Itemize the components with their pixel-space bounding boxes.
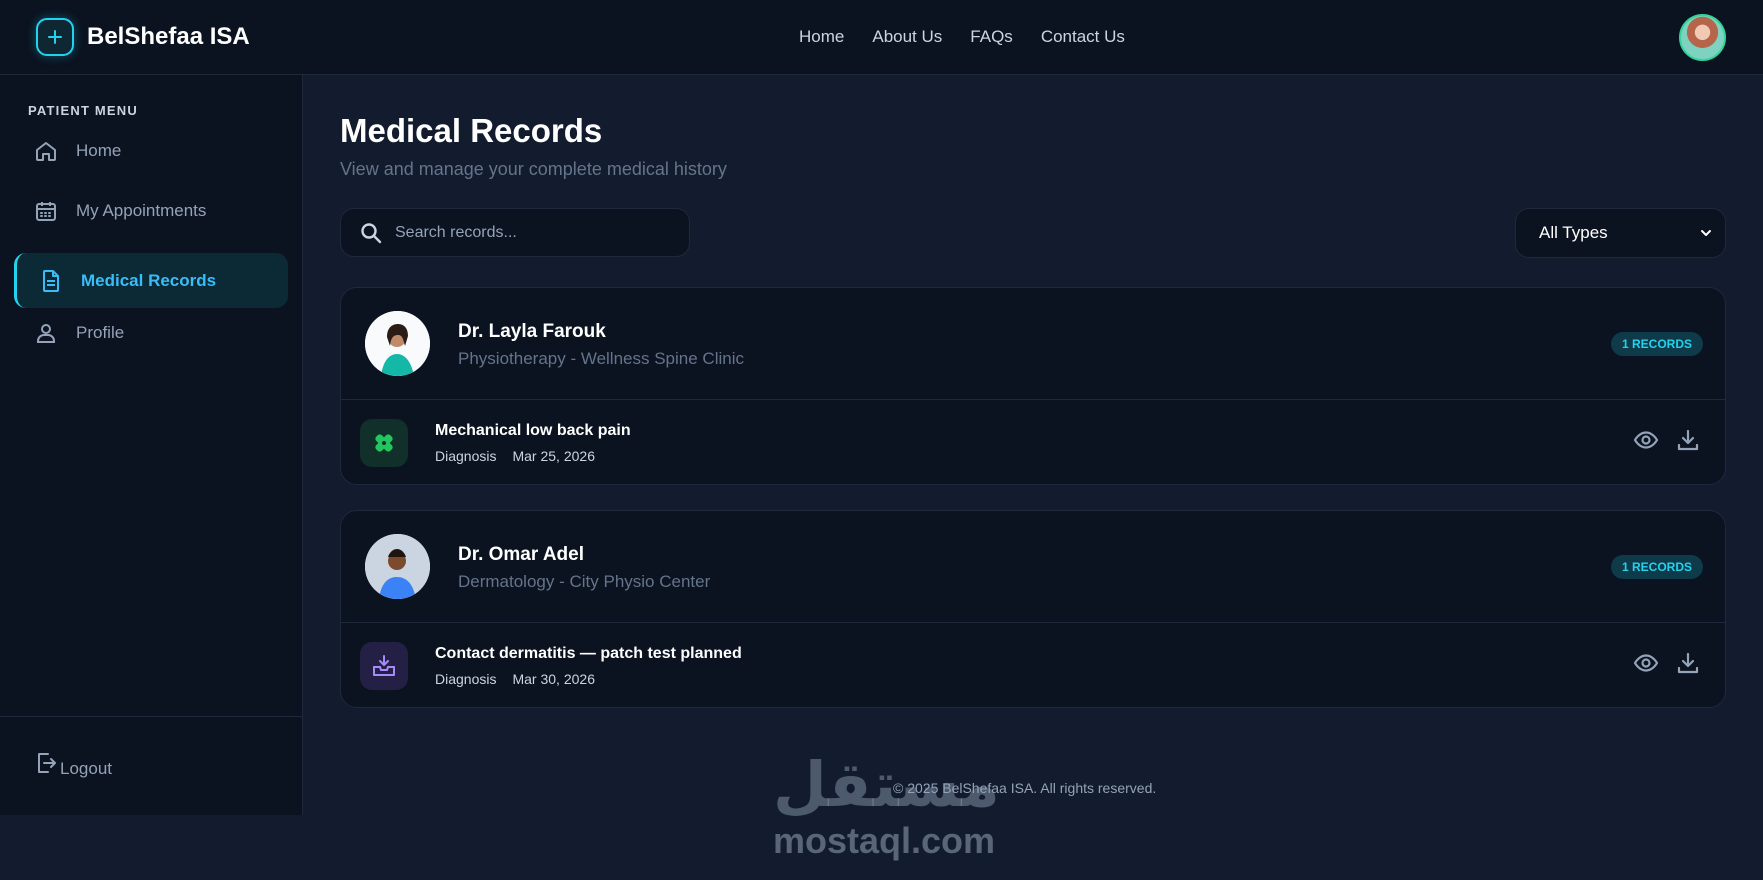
doctor-photo: [365, 311, 430, 376]
sidebar-item-profile[interactable]: Profile: [14, 305, 288, 360]
sidebar-item-medical-records[interactable]: Medical Records: [14, 253, 288, 308]
record-type-select[interactable]: All Types: [1515, 208, 1726, 258]
sidebar-item-label: Home: [76, 140, 122, 160]
calendar-icon: [36, 201, 56, 221]
doctor-header: Dr. Omar Adel Dermatology - City Physio …: [341, 511, 1725, 623]
record-type: Diagnosis: [435, 448, 497, 464]
user-avatar[interactable]: [1679, 14, 1726, 61]
user-icon: [37, 323, 55, 343]
page-title: Medical Records: [340, 112, 603, 149]
records-count-badge: 1 RECORDS: [1610, 555, 1703, 579]
doctor-record-card: Dr. Omar Adel Dermatology - City Physio …: [340, 510, 1726, 708]
watermark-arabic: مستقل: [773, 751, 1000, 820]
sidebar-item-label: My Appointments: [76, 200, 207, 220]
tray-icon: [360, 642, 408, 690]
records-count-badge: 1 RECORDS: [1610, 332, 1703, 356]
page-subtitle: View and manage your complete medical hi…: [340, 159, 727, 179]
sidebar: PATIENT MENU Home My Appointments Medica…: [0, 75, 303, 815]
doctor-specialty: Physiotherapy - Wellness Spine Clinic: [458, 349, 744, 368]
download-icon: [1677, 429, 1699, 451]
record-date: Mar 30, 2026: [512, 671, 595, 687]
sidebar-divider: [0, 716, 303, 717]
download-record-button[interactable]: [1674, 426, 1702, 454]
record-type: Diagnosis: [435, 671, 497, 687]
nav-link-faqs[interactable]: FAQs: [970, 27, 1013, 47]
logout-button[interactable]: Logout: [34, 751, 112, 779]
view-record-button[interactable]: [1632, 649, 1660, 677]
doctor-name: Dr. Omar Adel: [458, 544, 585, 565]
doctor-specialty: Dermatology - City Physio Center: [458, 572, 711, 591]
download-record-button[interactable]: [1674, 649, 1702, 677]
search-icon: [361, 222, 382, 243]
sidebar-item-home[interactable]: Home: [14, 123, 288, 178]
doctor-record-card: Dr. Layla Farouk Physiotherapy - Wellnes…: [340, 287, 1726, 485]
record-type-selected: All Types: [1539, 223, 1608, 242]
search-input[interactable]: [395, 223, 675, 242]
watermark-latin: mostaql.com: [773, 820, 996, 861]
view-record-button[interactable]: [1632, 426, 1660, 454]
nav-link-contact[interactable]: Contact Us: [1041, 27, 1125, 47]
record-meta: Diagnosis Mar 25, 2026: [435, 448, 595, 464]
nav-link-home[interactable]: Home: [799, 27, 844, 47]
search-box[interactable]: [340, 208, 690, 257]
sidebar-item-label: Profile: [76, 322, 125, 342]
doctor-photo: [365, 534, 430, 599]
sidebar-item-appointments[interactable]: My Appointments: [14, 183, 288, 238]
record-title[interactable]: Mechanical low back pain: [435, 422, 631, 440]
doctor-header: Dr. Layla Farouk Physiotherapy - Wellnes…: [341, 288, 1725, 400]
sidebar-item-label: Medical Records: [81, 270, 217, 290]
document-icon: [43, 269, 59, 292]
bandage-icon: [360, 419, 408, 467]
record-title[interactable]: Contact dermatitis — patch test planned: [435, 645, 742, 663]
home-icon: [36, 141, 56, 161]
brand[interactable]: BelShefaa ISA: [36, 18, 250, 56]
brand-name: BelShefaa ISA: [87, 23, 250, 50]
eye-icon: [1633, 431, 1659, 449]
logout-label: Logout: [60, 759, 112, 778]
sidebar-heading: PATIENT MENU: [28, 103, 138, 118]
doctor-name: Dr. Layla Farouk: [458, 321, 606, 342]
top-navbar: BelShefaa ISA Home About Us FAQs Contact…: [0, 0, 1763, 75]
plus-icon: [36, 18, 74, 56]
chevron-down-icon: [1701, 230, 1711, 236]
eye-icon: [1633, 654, 1659, 672]
main-nav: Home About Us FAQs Contact Us: [799, 27, 1125, 47]
download-icon: [1677, 652, 1699, 674]
record-meta: Diagnosis Mar 30, 2026: [435, 671, 595, 687]
record-date: Mar 25, 2026: [512, 448, 595, 464]
nav-link-about[interactable]: About Us: [872, 27, 942, 47]
logout-icon: [38, 753, 56, 773]
